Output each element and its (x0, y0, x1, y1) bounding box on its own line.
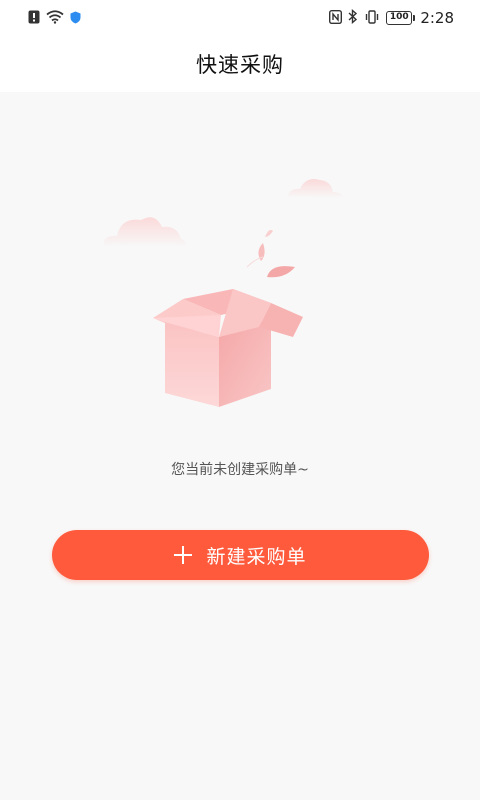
title-bar: 快速采购 (0, 36, 480, 92)
status-time: 2:28 (420, 9, 454, 27)
status-bar-right: 100 2:28 (323, 8, 454, 28)
cloud-left-icon (103, 217, 187, 247)
leaf-icon (246, 229, 295, 278)
empty-box-illustration (95, 167, 345, 417)
create-purchase-order-button[interactable]: 新建采购单 (52, 530, 429, 580)
nfc-icon (329, 9, 343, 28)
status-bar-left (28, 9, 87, 28)
status-bar: 100 2:28 (0, 0, 480, 36)
cloud-right-icon (287, 179, 343, 198)
create-button-label: 新建采购单 (206, 545, 307, 568)
plus-icon (174, 546, 193, 564)
vibrate-icon (364, 9, 380, 28)
battery-icon: 100 (386, 11, 416, 25)
main-content: 您当前未创建采购单~ 新建采购单 (0, 92, 480, 800)
empty-state-message: 您当前未创建采购单~ (171, 462, 309, 478)
alert-icon (28, 9, 40, 28)
bluetooth-icon (348, 8, 358, 28)
box-icon (153, 289, 303, 407)
shield-icon (70, 9, 81, 28)
page-title: 快速采购 (196, 53, 284, 77)
wifi-icon (46, 9, 64, 28)
